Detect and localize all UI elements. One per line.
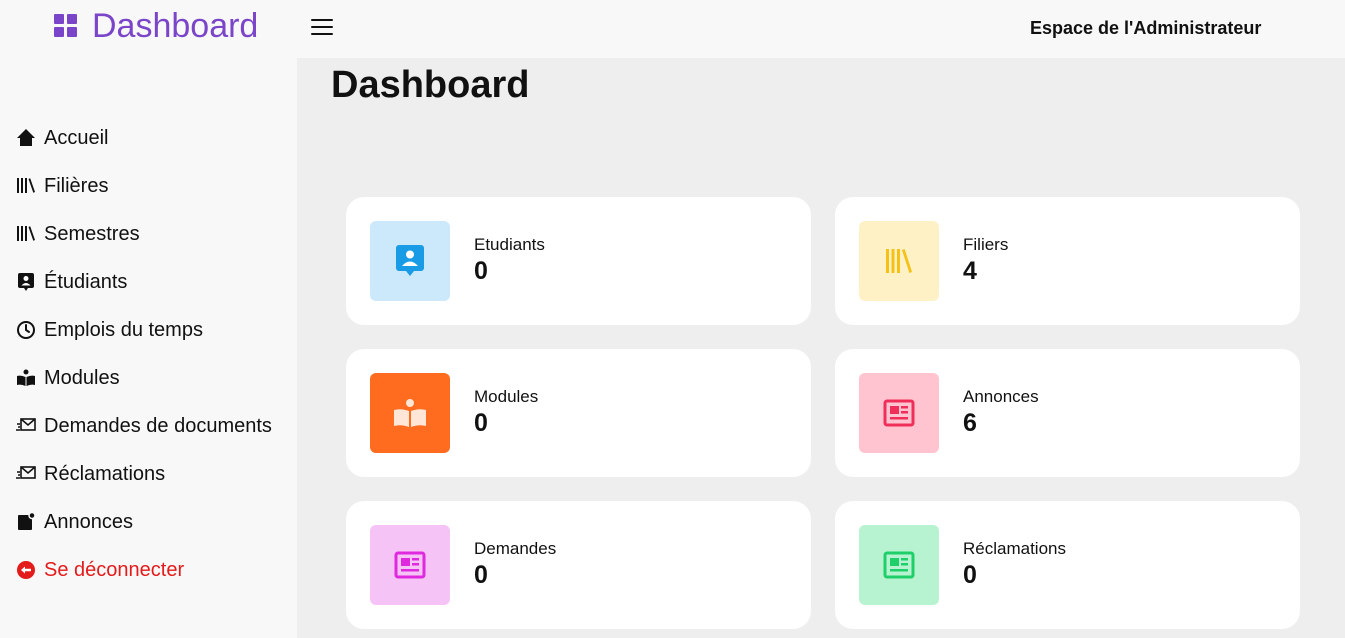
stat-card-modules[interactable]: Modules 0 [346, 349, 811, 477]
sidebar-item-label: Modules [44, 366, 120, 389]
newspaper-icon [859, 373, 939, 453]
mail-send-icon [16, 416, 36, 436]
card-label: Réclamations [963, 539, 1066, 558]
sidebar-item-label: Semestres [44, 222, 140, 245]
student-card-icon [16, 272, 36, 292]
card-label: Etudiants [474, 235, 545, 254]
library-icon [859, 221, 939, 301]
newspaper-icon [370, 525, 450, 605]
card-label: Demandes [474, 539, 557, 558]
student-card-icon [370, 221, 450, 301]
sidebar-item-modules[interactable]: Modules [16, 364, 120, 392]
card-label: Filiers [963, 235, 1009, 254]
sidebar-item-demandes-de-documents[interactable]: Demandes de documents [16, 412, 272, 440]
mail-send-icon [16, 464, 36, 484]
card-label: Modules [474, 387, 539, 406]
logout-icon [16, 560, 36, 580]
open-book-icon [16, 368, 36, 388]
sidebar-item-label: Accueil [44, 126, 109, 149]
brand[interactable]: Dashboard [54, 6, 258, 46]
sidebar-item-annonces[interactable]: Annonces [16, 508, 133, 536]
sidebar-item-label: Emplois du temps [44, 318, 203, 341]
card-value: 4 [963, 257, 977, 285]
sidebar-item-label: Filières [44, 174, 109, 197]
sidebar-item-filieres[interactable]: Filières [16, 172, 108, 200]
sidebar-item-etudiants[interactable]: Étudiants [16, 268, 127, 296]
stat-card-demandes[interactable]: Demandes 0 [346, 501, 811, 629]
card-value: 0 [963, 561, 977, 589]
card-value: 6 [963, 409, 977, 437]
stat-card-annonces[interactable]: Annonces 6 [835, 349, 1300, 477]
sidebar-item-label: Se déconnecter [44, 558, 185, 581]
main-content: Dashboard Etudiants 0 Filiers 4 Modules … [297, 58, 1345, 638]
brand-title: Dashboard [92, 7, 259, 45]
library-icon [16, 224, 36, 244]
library-icon [16, 176, 36, 196]
stat-card-etudiants[interactable]: Etudiants 0 [346, 197, 811, 325]
sidebar-item-label: Étudiants [44, 270, 128, 293]
sidebar-item-label: Réclamations [44, 462, 166, 485]
card-value: 0 [474, 257, 488, 285]
sidebar-item-semestres[interactable]: Semestres [16, 220, 140, 248]
newspaper-icon [859, 525, 939, 605]
announcement-icon [16, 512, 36, 532]
admin-space-label: Espace de l'Administrateur [1030, 18, 1262, 38]
card-label: Annonces [963, 387, 1039, 406]
home-icon [16, 128, 36, 148]
sidebar-item-reclamations[interactable]: Réclamations [16, 460, 165, 488]
open-book-icon [370, 373, 450, 453]
top-bar: Dashboard Espace de l'Administrateur [0, 0, 1345, 58]
stat-card-filiers[interactable]: Filiers 4 [835, 197, 1300, 325]
page-title: Dashboard [331, 64, 530, 106]
stat-card-reclamations[interactable]: Réclamations 0 [835, 501, 1300, 629]
card-value: 0 [474, 409, 488, 437]
sidebar-item-emplois-du-temps[interactable]: Emplois du temps [16, 316, 203, 344]
logout-button[interactable]: Se déconnecter [16, 556, 184, 584]
sidebar: Accueil Filières Semestres Étudiants Emp… [0, 58, 297, 638]
dashboard-grid-icon [54, 14, 78, 38]
hamburger-menu-icon[interactable] [311, 19, 333, 37]
sidebar-item-label: Demandes de documents [44, 414, 272, 437]
sidebar-item-accueil[interactable]: Accueil [16, 124, 108, 152]
sidebar-item-label: Annonces [44, 510, 133, 533]
card-value: 0 [474, 561, 488, 589]
clock-icon [16, 320, 36, 340]
